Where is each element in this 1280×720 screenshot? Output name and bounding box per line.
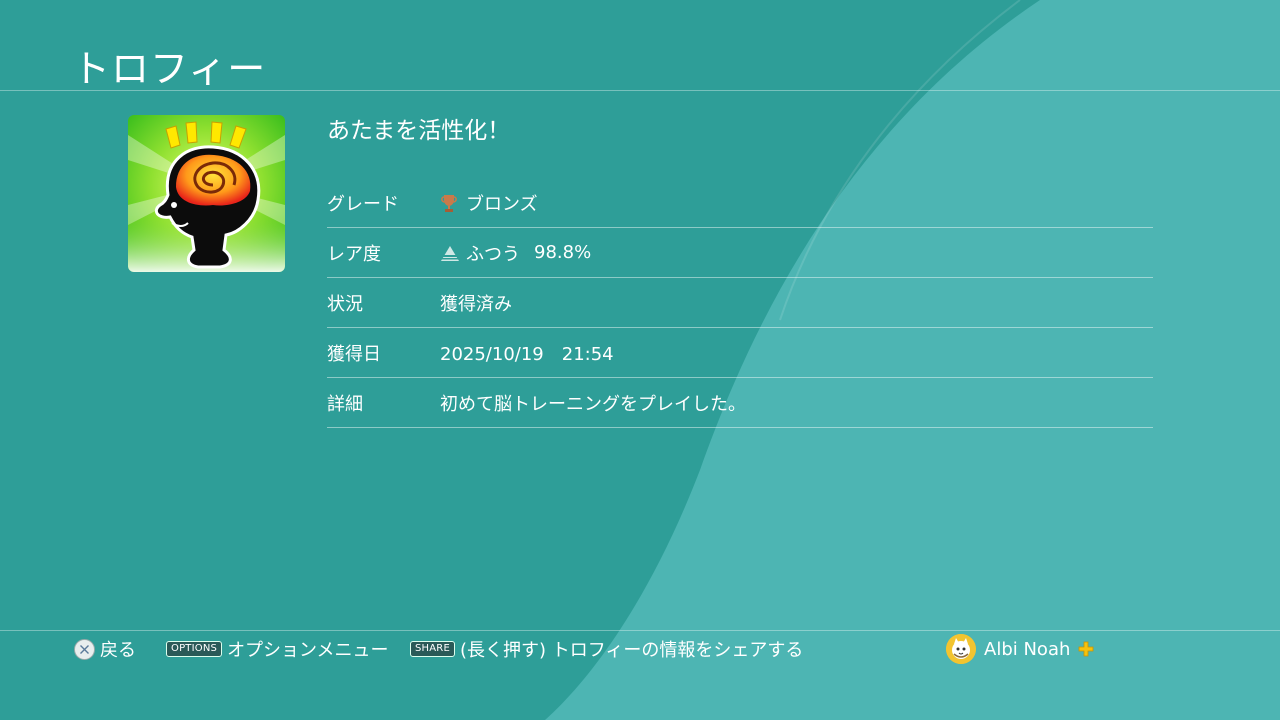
description-value: 初めて脳トレーニングをプレイした。 xyxy=(440,393,746,415)
description-row: 詳細 初めて脳トレーニングをプレイした。 xyxy=(327,378,1153,428)
trophy-details-table: グレード ブロンズ レア度 ふつう 98.8% 状況 獲得済み 獲得日 2025… xyxy=(327,178,1153,428)
ps-plus-icon xyxy=(1078,641,1094,657)
trophy-name: あたまを活性化！ xyxy=(327,118,511,144)
rarity-percent: 98.8% xyxy=(534,242,592,263)
cross-button-icon xyxy=(74,638,95,660)
rarity-label: レア度 xyxy=(327,243,381,265)
status-value: 獲得済み xyxy=(440,293,512,315)
grade-value: ブロンズ xyxy=(440,190,538,216)
share-hint[interactable]: SHARE (長く押す) トロフィーの情報をシェアする xyxy=(410,634,803,664)
description-label: 詳細 xyxy=(327,393,363,415)
back-label: 戻る xyxy=(100,640,136,661)
title-divider xyxy=(0,90,1280,91)
trophy-detail-screen: トロフィー あたまを活性化！ グレード ブロンズ レア度 ふつう 98.8% 状… xyxy=(0,0,1280,720)
user-profile[interactable]: Albi Noah xyxy=(946,634,1094,664)
page-title: トロフィー xyxy=(72,47,267,91)
rarity-value: ふつう 98.8% xyxy=(440,240,591,266)
options-hint[interactable]: OPTIONS オプションメニュー xyxy=(166,634,389,664)
share-label: (長く押す) トロフィーの情報をシェアする xyxy=(459,640,804,661)
brain-training-icon xyxy=(128,115,285,272)
user-name: Albi Noah xyxy=(984,638,1071,660)
rarity-row: レア度 ふつう 98.8% xyxy=(327,228,1153,278)
status-row: 状況 獲得済み xyxy=(327,278,1153,328)
options-button-icon: OPTIONS xyxy=(166,641,223,657)
options-label: オプションメニュー xyxy=(227,640,389,661)
grade-row: グレード ブロンズ xyxy=(327,178,1153,228)
footer-divider xyxy=(0,630,1280,631)
earned-date-row: 獲得日 2025/10/19 21:54 xyxy=(327,328,1153,378)
earned-date-label: 獲得日 xyxy=(327,343,381,365)
bronze-trophy-icon xyxy=(440,193,458,213)
avatar xyxy=(946,634,976,664)
grade-text: ブロンズ xyxy=(466,193,538,215)
footer-hints: 戻る OPTIONS オプションメニュー SHARE (長く押す) トロフィーの… xyxy=(0,634,1280,664)
back-hint[interactable]: 戻る xyxy=(74,634,136,664)
rarity-text: ふつう xyxy=(466,243,520,265)
earned-date-value: 2025/10/19 21:54 xyxy=(440,343,614,365)
share-button-icon: SHARE xyxy=(410,641,455,657)
rarity-common-icon xyxy=(440,243,459,263)
grade-label: グレード xyxy=(327,193,399,215)
status-label: 状況 xyxy=(327,293,363,315)
